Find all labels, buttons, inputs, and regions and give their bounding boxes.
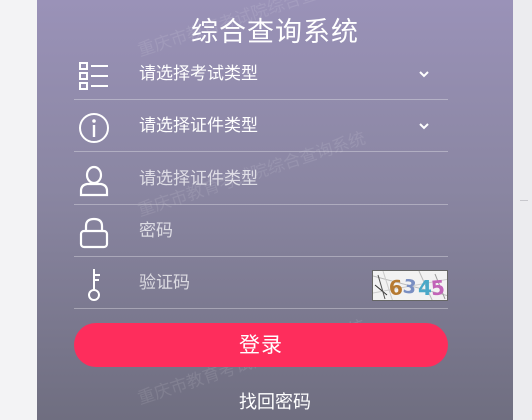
captcha-placeholder: 验证码 [139,273,190,293]
info-icon [79,113,109,143]
cert-type-value: 请选择证件类型 [139,116,258,136]
cert-number-field[interactable]: 请选择证件类型 [74,154,448,205]
divider [520,200,528,201]
exam-type-value: 请选择考试类型 [139,64,258,84]
forgot-password-link[interactable]: 找回密码 [37,388,513,414]
svg-text:5: 5 [430,275,446,300]
captcha-image[interactable]: 6 3 4 5 [372,270,448,301]
page-background-strip [513,0,532,420]
chevron-down-icon[interactable] [418,68,430,80]
exam-type-select[interactable]: 请选择考试类型 [74,49,448,100]
chevron-down-icon[interactable] [418,120,430,132]
key-icon [88,269,100,301]
cert-number-placeholder: 请选择证件类型 [139,169,258,189]
lock-icon [79,217,109,249]
password-field[interactable]: 密码 [74,206,448,257]
list-icon [79,62,108,90]
login-button[interactable]: 登录 [74,323,448,367]
svg-text:3: 3 [402,275,418,299]
password-placeholder: 密码 [139,221,173,241]
captcha-noise: 6 3 4 5 [373,271,447,300]
captcha-field[interactable]: 验证码 6 3 4 5 [74,258,448,309]
user-icon [79,165,109,197]
page-title: 综合查询系统 [191,17,359,48]
cert-type-select[interactable]: 请选择证件类型 [74,101,448,152]
login-panel: 重庆市教育考试院综合查询系统 重庆市教育考试院综合查询系统 重庆市教育考试院综合… [37,0,513,420]
